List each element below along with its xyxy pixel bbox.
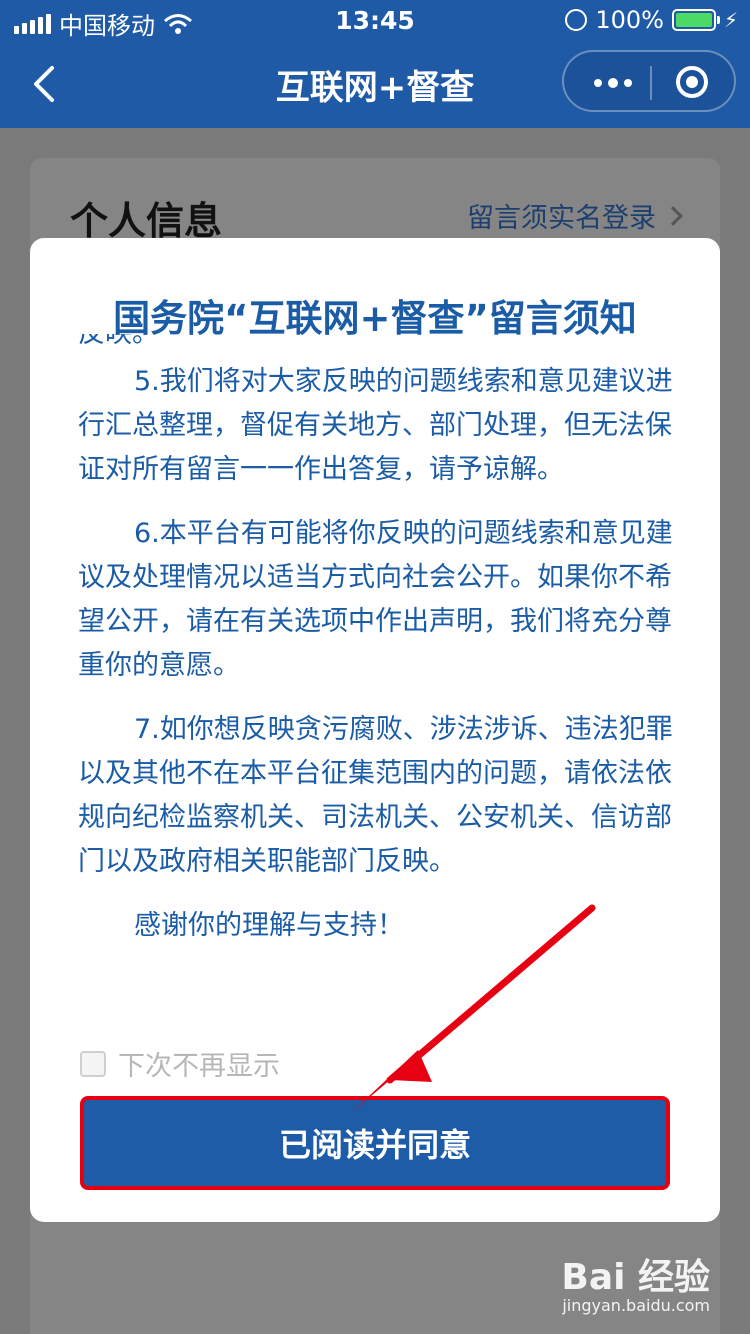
dont-show-again-row[interactable]: 下次不再显示 [80, 1044, 280, 1083]
login-link-label: 留言须实名登录 [467, 203, 656, 234]
baidu-watermark: Bai 经验 jingyan.baidu.com [561, 1248, 710, 1315]
annotation-arrow [352, 904, 596, 1112]
notice-paragraph-5: 5.我们将对大家反映的问题线索和意见建议进行汇总整理，督促有关地方、部门处理，但… [78, 366, 673, 485]
navigation-bar: 互联网+督查 [0, 40, 750, 128]
notice-content[interactable]: 反映。 5.我们将对大家反映的问题线索和意见建议进行汇总整理，督促有关地方、部门… [78, 334, 678, 984]
battery-percent: 100% [595, 6, 664, 34]
battery-icon [671, 9, 720, 31]
charging-icon: ⚡ [723, 8, 738, 32]
rotation-lock-icon [565, 9, 588, 31]
top-bar: 中国移动 13:45 100% ⚡ 互联网+督查 [0, 0, 750, 128]
watermark-url: jingyan.baidu.com [562, 1296, 710, 1315]
login-required-link[interactable]: 留言须实名登录 [467, 196, 683, 235]
watermark-brand: Bai 经验 [561, 1257, 710, 1298]
partial-text-line: 反映。 [78, 334, 678, 356]
dont-show-again-checkbox[interactable] [80, 1050, 106, 1077]
close-target-icon[interactable] [676, 66, 708, 98]
notice-paragraph-6: 6.本平台有可能将你反映的问题线索和意见建议及处理情况以适当方式向社会公开。如果… [78, 518, 673, 681]
personal-info-heading: 个人信息 [70, 199, 223, 243]
chevron-right-icon [663, 205, 683, 226]
status-bar: 中国移动 13:45 100% ⚡ [0, 0, 750, 40]
notice-paragraph-7: 7.如你想反映贪污腐败、涉法涉诉、违法犯罪以及其他不在本平台征集范围内的问题，请… [78, 714, 673, 877]
dont-show-again-label: 下次不再显示 [118, 1051, 280, 1082]
mini-program-capsule [562, 50, 736, 112]
more-icon[interactable] [594, 78, 632, 88]
capsule-divider [650, 66, 652, 100]
